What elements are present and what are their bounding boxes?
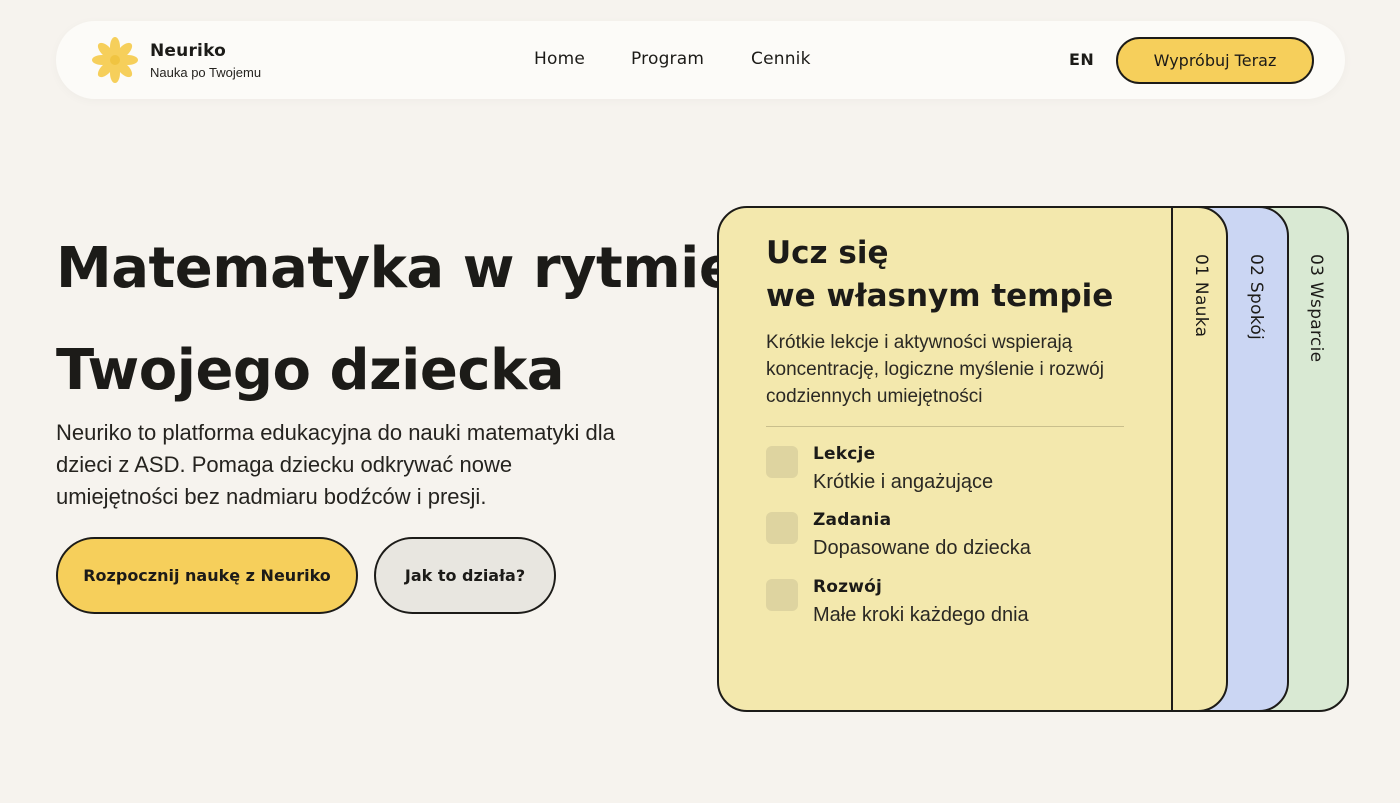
feature-subtitle: Dopasowane do dziecka [813,537,1031,559]
feature-subtitle: Małe kroki każdego dnia [813,604,1029,626]
feature-title: Lekcje [813,444,876,464]
nav-link-program[interactable]: Program [631,49,704,69]
card-title: Ucz się we własnym tempie [766,232,1146,318]
card-title-line-2: we własnym tempie [766,278,1114,314]
feature-placeholder-icon [766,579,798,611]
card-tab-divider [1171,208,1173,710]
card-title-line-1: Ucz się [766,235,889,271]
tab-label-wsparcie: 03 Wsparcie [1306,254,1326,363]
feature-placeholder-icon [766,512,798,544]
feature-item-lekcje: Lekcje Krótkie i angażujące [766,444,1126,500]
feature-item-rozwoj: Rozwój Małe kroki każdego dnia [766,577,1126,633]
brand-name[interactable]: Neuriko [150,41,226,61]
start-learning-button[interactable]: Rozpocznij naukę z Neuriko [56,537,358,614]
brand-tagline: Nauka po Twojemu [150,65,262,80]
flower-logo-icon[interactable] [91,36,139,84]
how-it-works-button[interactable]: Jak to działa? [374,537,556,614]
language-switch[interactable]: EN [1069,50,1094,69]
hero-title-line-2: Twojego dziecka [56,338,565,403]
feature-item-zadania: Zadania Dopasowane do dziecka [766,510,1126,566]
feature-title: Rozwój [813,577,883,597]
feature-subtitle: Krótkie i angażujące [813,471,994,493]
hero-title-line-1: Matematyka w rytmie [56,236,737,301]
hero-description: Neuriko to platforma edukacyjna do nauki… [56,420,615,509]
try-now-button[interactable]: Wypróbuj Teraz [1116,37,1314,84]
card-divider [766,426,1124,427]
feature-placeholder-icon [766,446,798,478]
card-description: Krótkie lekcje i aktywności wspierają ko… [766,332,1104,407]
nav-link-pricing[interactable]: Cennik [751,49,811,69]
feature-title: Zadania [813,510,892,530]
top-navbar: Neuriko Nauka po Twojemu Home Program Ce… [56,21,1345,99]
active-card-nauka: 01 Nauka Ucz się we własnym tempie Krótk… [717,206,1228,712]
nav-link-home[interactable]: Home [534,49,585,69]
tab-label-nauka[interactable]: 01 Nauka [1191,254,1211,337]
tab-label-spokoj: 02 Spokój [1246,254,1266,341]
hero-title: Matematyka w rytmie Twojego dziecka [56,218,737,422]
